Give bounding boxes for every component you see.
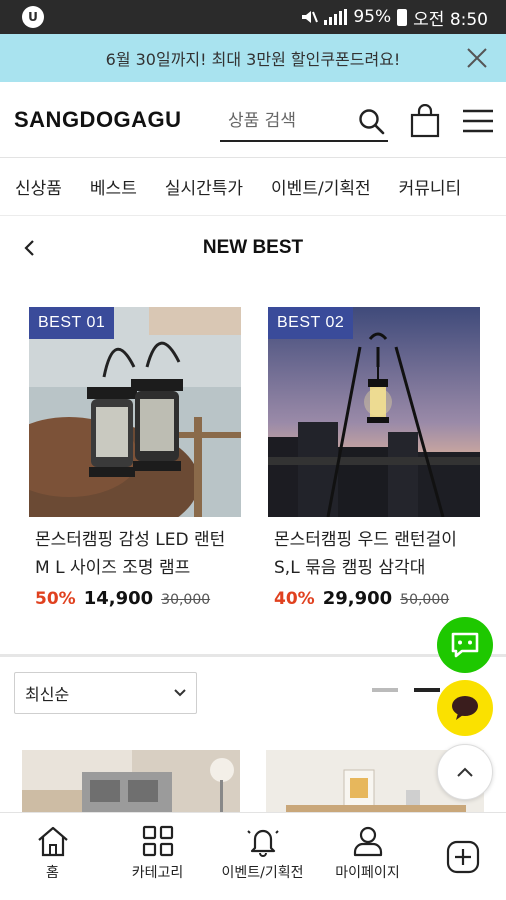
header: SANGDOGAGU <box>0 82 506 158</box>
promo-banner[interactable]: 6월 30일까지! 최대 3만원 할인쿠폰드려요! <box>0 34 506 82</box>
original-price: 50,000 <box>400 592 450 608</box>
discount-rate: 40% <box>274 589 315 609</box>
kakao-chat-icon <box>452 696 478 720</box>
chat-button[interactable] <box>437 617 493 673</box>
clock: 오전 8:50 <box>413 9 488 30</box>
product-name[interactable]: 몬스터캠핑 우드 랜턴걸이 S,L 묶음 캠핑 삼각대 <box>268 526 480 582</box>
category-nav: 신상품 베스트 실시간특가 이벤트/기획전 커뮤니티 <box>0 158 506 216</box>
nav-best[interactable]: 베스트 <box>90 174 137 199</box>
nav-realtime-deals[interactable]: 실시간특가 <box>165 174 243 199</box>
promo-text: 6월 30일까지! 최대 3만원 할인쿠폰드려요! <box>105 50 401 69</box>
search-input[interactable] <box>228 111 348 131</box>
kakao-talk-button[interactable] <box>437 680 493 736</box>
plus-icon <box>446 840 480 873</box>
user-icon <box>353 826 382 857</box>
product-image-preview[interactable] <box>22 750 240 812</box>
battery-icon <box>397 8 408 26</box>
sort-select[interactable]: 최신순 <box>14 672 197 714</box>
sale-price: 14,900 <box>83 588 154 609</box>
tab-events[interactable]: 이벤트/기획전 <box>210 813 315 900</box>
tab-label: 마이페이지 <box>335 865 400 881</box>
product-image[interactable]: BEST 01 <box>29 307 241 517</box>
signal-icon <box>324 9 348 25</box>
grid-icon <box>142 825 173 857</box>
page-title: NEW BEST <box>202 237 304 258</box>
best-rank-badge: BEST 02 <box>268 307 354 339</box>
home-icon <box>37 826 68 857</box>
status-bar: U 95% 오전 8:50 <box>0 0 506 34</box>
list-view-icon[interactable] <box>372 688 398 692</box>
mute-icon <box>302 11 319 23</box>
product-name[interactable]: 몬스터캠핑 감성 LED 랜턴 M L 사이즈 조명 램프 <box>29 526 241 582</box>
shopping-bag-icon[interactable] <box>410 104 440 138</box>
search-bar[interactable] <box>220 102 388 142</box>
search-icon[interactable] <box>358 108 386 136</box>
tab-label: 홈 <box>46 865 59 881</box>
nav-new-arrivals[interactable]: 신상품 <box>15 174 62 199</box>
view-toggle[interactable] <box>372 688 440 692</box>
chat-bubble-icon <box>451 632 479 658</box>
tab-category[interactable]: 카테고리 <box>105 813 210 900</box>
back-arrow-icon[interactable] <box>20 238 40 258</box>
nav-community[interactable]: 커뮤니티 <box>399 174 462 199</box>
product-card[interactable]: BEST 02 몬스터캠핑 우드 랜턴걸이 S,L 묶음 캠핑 삼각대 40% … <box>268 307 480 609</box>
scroll-to-top-button[interactable] <box>437 744 493 800</box>
bottom-tab-bar: 홈 카테고리 이벤트/기획전 마이페이지 <box>0 812 506 900</box>
chevron-down-icon <box>174 689 186 697</box>
discount-rate: 50% <box>35 589 76 609</box>
price-row: 50% 14,900 30,000 <box>29 588 241 609</box>
tab-label: 카테고리 <box>131 865 184 881</box>
sort-selected-value: 최신순 <box>25 685 70 704</box>
battery-percent: 95% <box>353 7 392 27</box>
app-notification-icon: U <box>22 6 44 28</box>
tab-home[interactable]: 홈 <box>0 813 105 900</box>
add-shortcut-button[interactable] <box>420 813 506 900</box>
bell-icon <box>246 829 279 857</box>
product-card[interactable]: BEST 01 몬스터캠핑 감성 LED 랜턴 M L 사이즈 조명 램프 50… <box>29 307 241 609</box>
grid-view-icon[interactable] <box>414 688 440 692</box>
product-image[interactable]: BEST 02 <box>268 307 480 517</box>
logo[interactable]: SANGDOGAGU <box>14 107 182 133</box>
tab-mypage[interactable]: 마이페이지 <box>315 813 420 900</box>
original-price: 30,000 <box>161 592 211 608</box>
chevron-up-icon <box>457 767 473 777</box>
title-bar: NEW BEST <box>0 226 506 270</box>
nav-events[interactable]: 이벤트/기획전 <box>271 174 371 199</box>
price-row: 40% 29,900 50,000 <box>268 588 480 609</box>
section-divider <box>0 654 506 657</box>
close-icon[interactable] <box>466 47 488 69</box>
tab-label: 이벤트/기획전 <box>221 865 304 881</box>
hamburger-menu-icon[interactable] <box>462 109 494 133</box>
sale-price: 29,900 <box>322 588 393 609</box>
best-rank-badge: BEST 01 <box>29 307 115 339</box>
